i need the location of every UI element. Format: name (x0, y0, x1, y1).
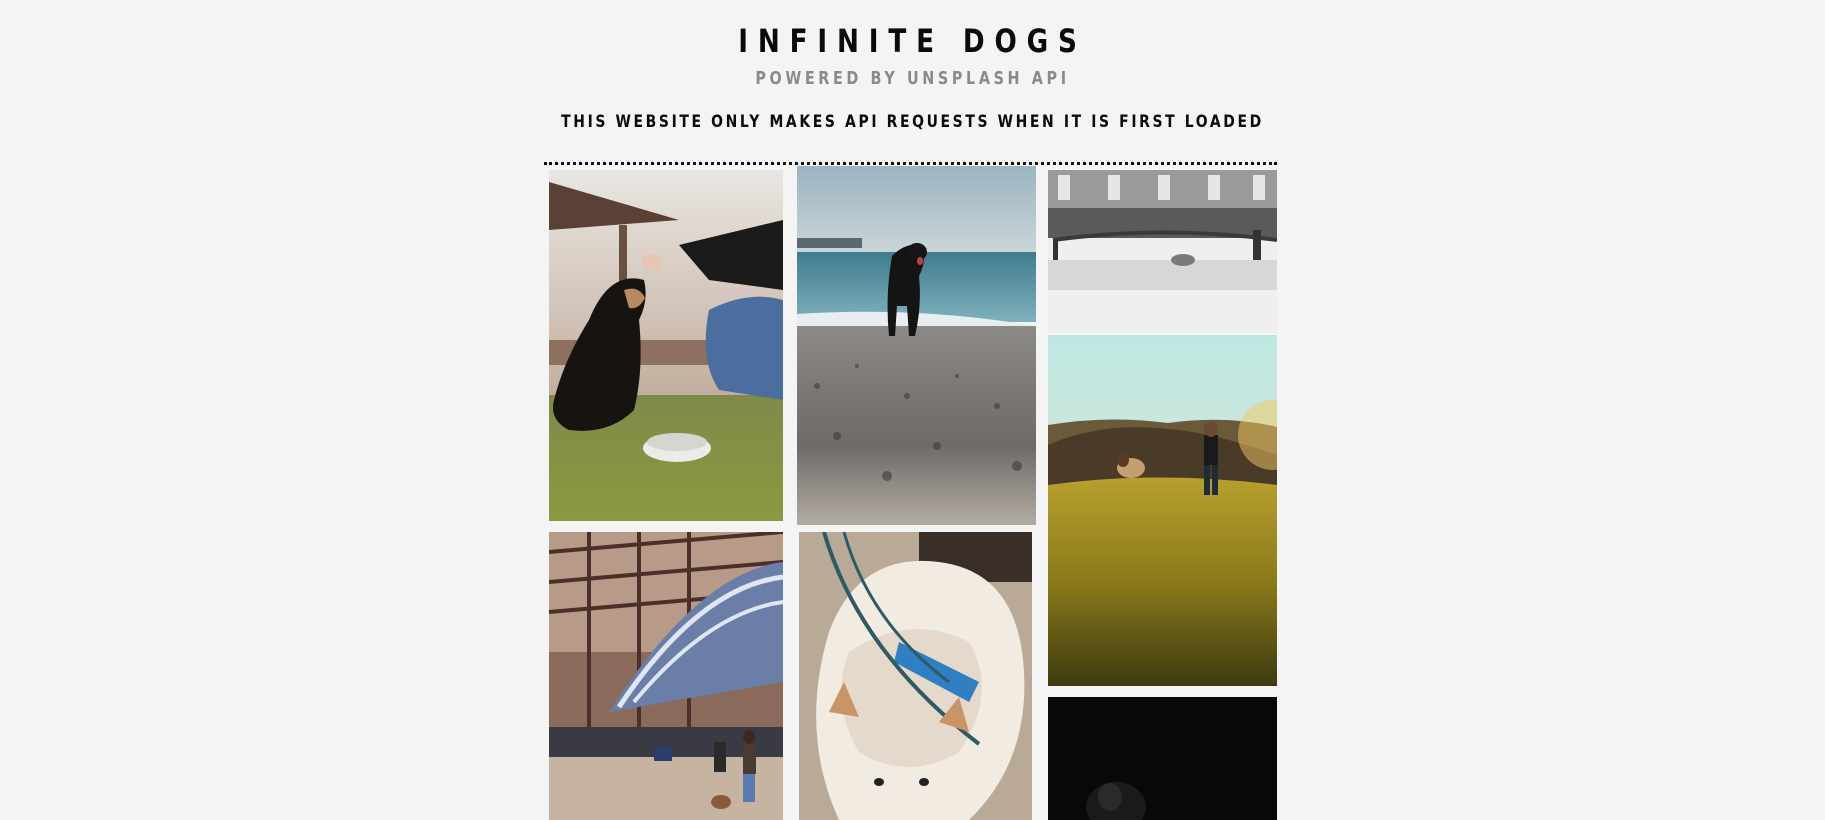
dog-photo-street-bw-image (1048, 170, 1277, 333)
dog-photo-hill-sunset[interactable] (1048, 335, 1277, 686)
page-subtitle: POWERED BY UNSPLASH API (755, 68, 1070, 89)
dog-photo-fluffy-leash-image (799, 532, 1032, 820)
page-title: INFINITE DOGS (738, 22, 1087, 60)
dog-photo-dark-image (1048, 697, 1277, 820)
dog-photo-train-station-image (549, 532, 783, 820)
dog-photo-puppy-treat[interactable] (549, 170, 783, 521)
dog-photo-street-bw[interactable] (1048, 170, 1277, 333)
dog-photo-beach-run-image (797, 166, 1036, 525)
dog-photo-beach-run[interactable] (797, 166, 1036, 525)
dog-photo-dark[interactable] (1048, 697, 1277, 820)
dog-photo-fluffy-leash[interactable] (799, 532, 1032, 820)
dog-photo-puppy-treat-image (549, 170, 783, 521)
header-divider (544, 162, 1277, 165)
dog-photo-train-station[interactable] (549, 532, 783, 820)
dog-photo-hill-sunset-image (1048, 335, 1277, 686)
api-notice: THIS WEBSITE ONLY MAKES API REQUESTS WHE… (561, 112, 1264, 132)
